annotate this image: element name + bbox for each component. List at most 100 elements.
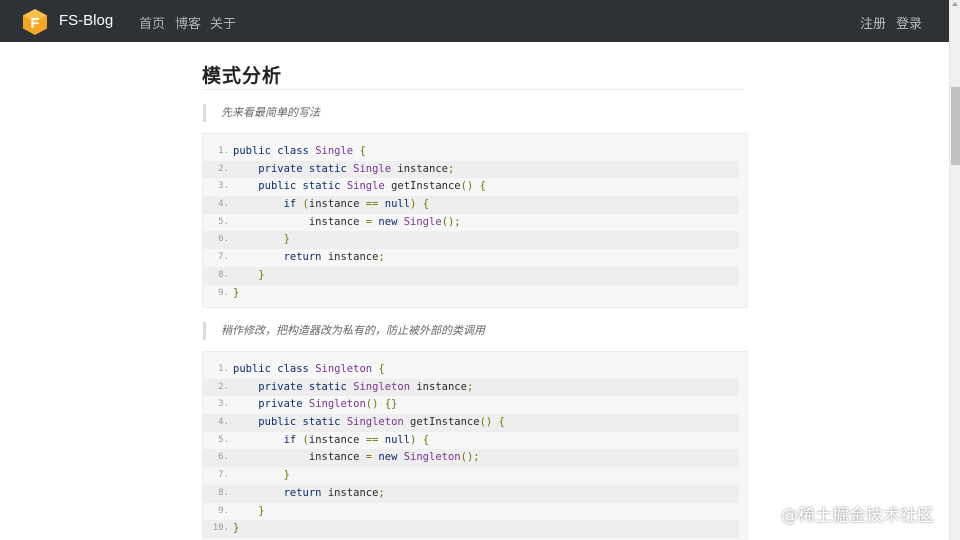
code-line: 1. public class Singleton { <box>203 361 739 379</box>
code-token: ; <box>466 380 474 393</box>
code-token: public static <box>258 180 347 193</box>
code-text: } <box>233 520 739 538</box>
page-scrollbar[interactable] <box>949 0 960 540</box>
code-text: } <box>233 231 739 249</box>
code-line: 2. private static Singleton instance; <box>203 378 739 397</box>
nav-link-home[interactable]: 首页 <box>139 13 165 32</box>
login-link[interactable]: 登录 <box>896 13 922 32</box>
code-token: private static <box>258 380 354 393</box>
code-token: { <box>353 145 366 157</box>
line-number: 1. <box>218 364 229 374</box>
code-text: if (instance == null) { <box>233 432 739 450</box>
line-number: 7. <box>218 252 229 263</box>
code-line: 1. public class Single { <box>203 143 739 161</box>
code-text: } <box>233 503 739 521</box>
code-token: return <box>283 486 328 499</box>
code-token: Singleton <box>346 416 404 429</box>
code-text: public class Singleton { <box>233 361 739 379</box>
code-text: public class Single { <box>233 143 739 161</box>
code-token: } <box>258 504 265 517</box>
code-text: private static Single instance; <box>233 161 739 179</box>
code-token: if <box>283 433 303 446</box>
code-token: } <box>283 233 290 246</box>
code-token: if <box>283 198 303 211</box>
top-navbar: F FS-Blog 首页 博客 关于 注册 登录 <box>0 0 949 42</box>
code-token: new <box>378 451 404 464</box>
code-token: Single <box>315 145 354 157</box>
code-token: instance <box>233 215 366 228</box>
code-text: if (instance == null) { <box>233 196 739 214</box>
code-token: Singleton <box>308 398 366 411</box>
code-token: ; <box>447 162 455 175</box>
code-token: public static <box>258 416 347 429</box>
brand-name[interactable]: FS-Blog <box>59 12 113 29</box>
code-block-singleton: 1. public class Singleton {2. private sta… <box>202 351 748 540</box>
line-number: 5. <box>218 434 229 445</box>
code-text: } <box>233 267 739 285</box>
code-token: () {} <box>365 398 398 411</box>
code-token: ) { <box>410 433 430 446</box>
line-number: 9. <box>218 287 229 298</box>
line-number: 2. <box>218 381 229 392</box>
code-line: 5. instance = new Single(); <box>203 214 739 232</box>
code-token: == <box>365 198 385 211</box>
line-number: 5. <box>218 216 229 227</box>
code-text: public static Singleton getInstance() { <box>233 414 739 432</box>
code-token: getInstance <box>403 416 480 429</box>
code-token: return <box>283 251 328 264</box>
code-token: instance <box>308 198 366 211</box>
code-line: 9. } <box>203 503 739 521</box>
code-line: 7. } <box>203 467 739 485</box>
code-token: Single <box>346 180 385 193</box>
title-divider <box>202 89 744 90</box>
scroll-up-arrow-icon[interactable] <box>952 2 958 6</box>
code-token: instance <box>233 451 366 464</box>
code-token: = <box>365 451 379 464</box>
code-line: 3. private Singleton() {} <box>203 396 739 414</box>
code-token: instance <box>327 486 379 499</box>
code-text: private static Singleton instance; <box>233 379 739 397</box>
section-title: 模式分析 <box>202 65 283 87</box>
nav-link-blog[interactable]: 博客 <box>175 13 201 32</box>
code-line: 4. public static Singleton getInstance()… <box>203 414 739 432</box>
code-token: instance <box>308 433 366 446</box>
register-link[interactable]: 注册 <box>860 13 886 32</box>
line-number: 4. <box>218 417 229 428</box>
code-token: public class <box>233 363 316 375</box>
juejin-watermark: @稀土掘金技术社区 <box>781 506 934 526</box>
line-number: 1. <box>218 146 229 156</box>
code-line: 6. instance = new Singleton(); <box>203 449 739 468</box>
code-line: 6. } <box>203 231 739 250</box>
scrollbar-thumb[interactable] <box>951 87 960 165</box>
line-number: 3. <box>218 181 229 192</box>
line-number: 6. <box>218 452 229 463</box>
code-line: 2. private static Single instance; <box>203 160 739 179</box>
fs-blog-logo-icon[interactable]: F <box>22 8 48 36</box>
code-token: public class <box>233 145 316 157</box>
blockquote-modification: 稍作修改，把构造器改为私有的，防止被外部的类调用 <box>203 322 485 340</box>
code-text: return instance; <box>233 249 739 267</box>
code-token: Singleton <box>403 451 461 464</box>
code-token: = <box>365 215 379 228</box>
line-number: 6. <box>218 234 229 245</box>
code-token: ; <box>378 486 385 499</box>
blockquote-intro: 先来看最简单的写法 <box>203 104 320 122</box>
code-token: ; <box>378 251 385 264</box>
code-token: private static <box>258 162 354 175</box>
line-number: 10. <box>212 523 229 534</box>
line-number: 9. <box>218 505 229 516</box>
code-token: == <box>365 433 385 446</box>
code-token: private <box>258 398 309 411</box>
code-token: getInstance <box>384 180 461 193</box>
code-token: Singleton <box>353 380 411 393</box>
nav-link-about[interactable]: 关于 <box>210 13 236 32</box>
